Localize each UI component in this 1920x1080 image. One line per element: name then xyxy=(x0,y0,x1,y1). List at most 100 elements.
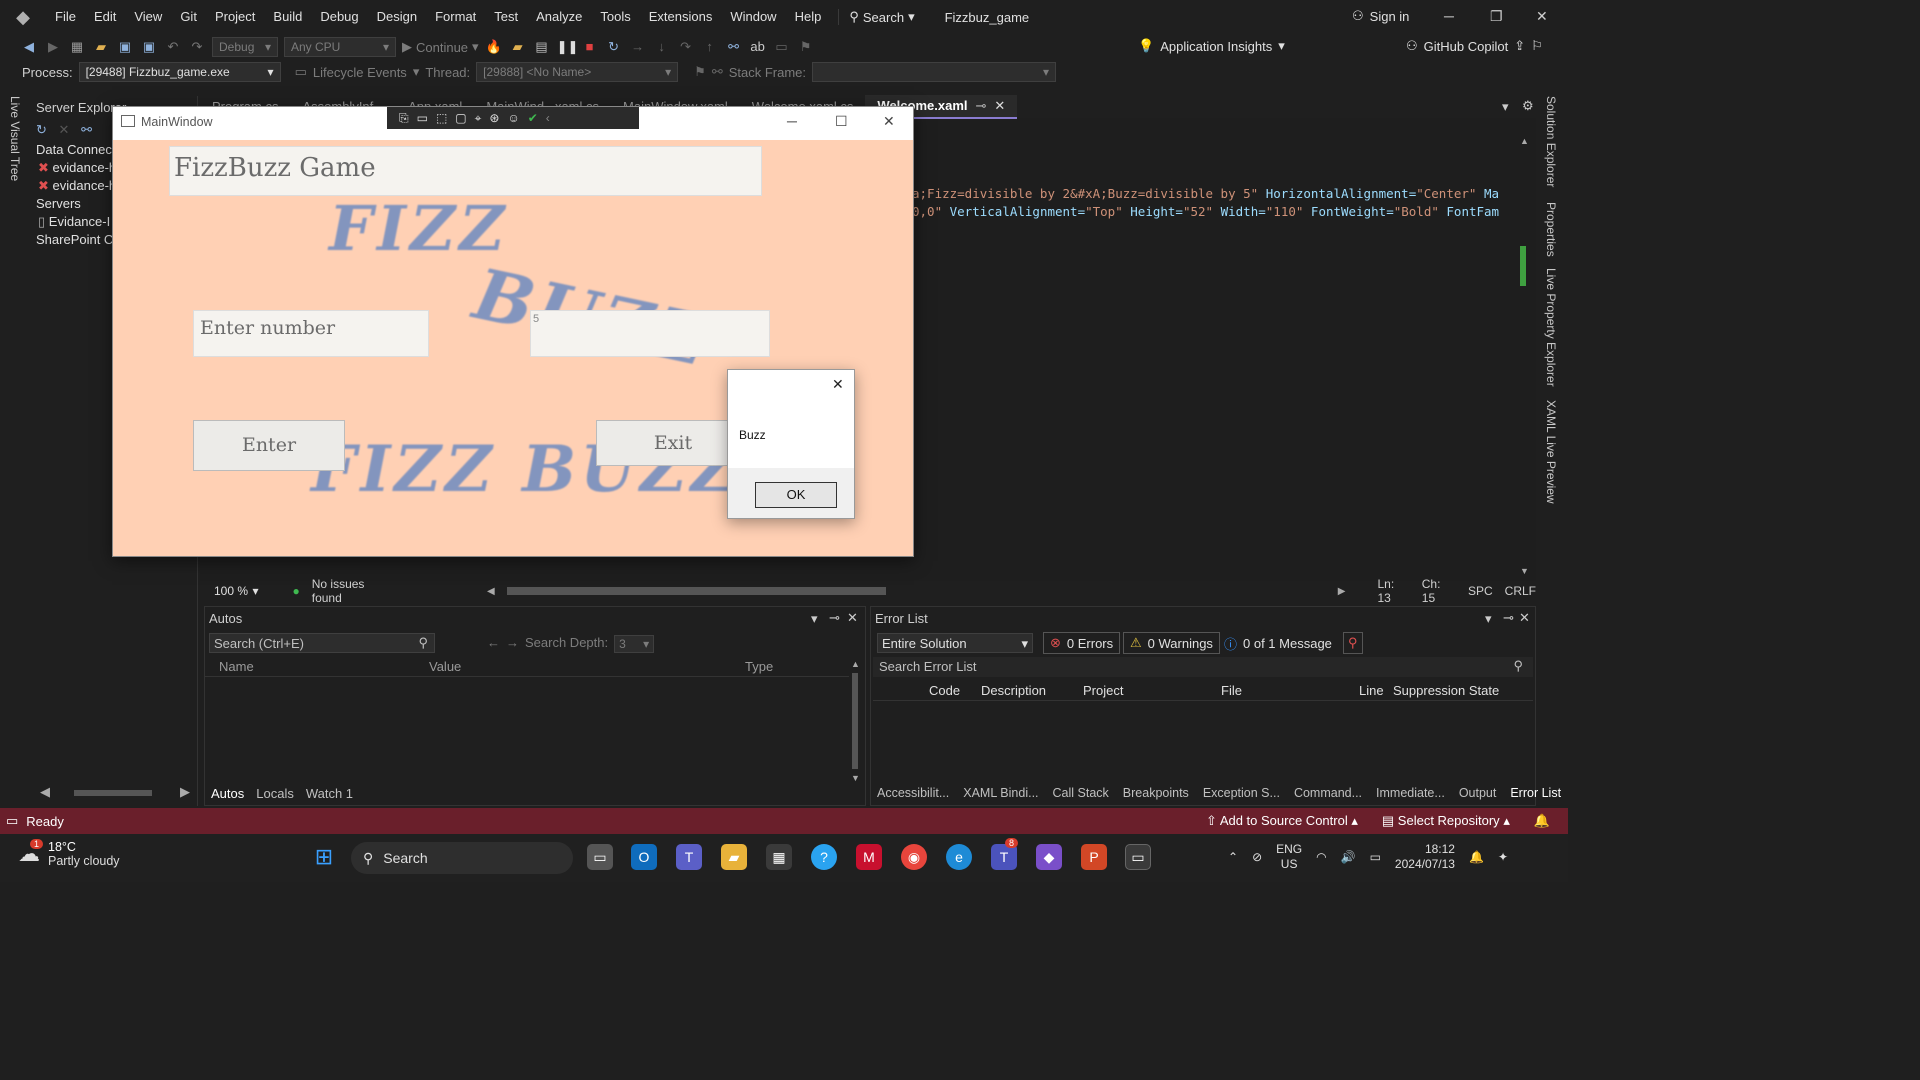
comment-icon[interactable]: ▭ xyxy=(773,38,791,56)
process-dropdown[interactable]: [29488] Fizzbuz_game.exe ▾ xyxy=(78,62,281,82)
undo-icon[interactable]: ↶ xyxy=(164,38,182,56)
filter-icon[interactable]: ⚯ xyxy=(712,64,723,80)
column-header-value[interactable]: Value xyxy=(429,659,461,674)
close-icon[interactable]: ✕ xyxy=(847,610,858,626)
battery-icon[interactable]: ▭ xyxy=(1370,850,1381,864)
record-icon[interactable]: ▭ xyxy=(417,111,428,125)
error-list-search-input[interactable]: Search Error List ⚲ xyxy=(873,657,1533,677)
close-button[interactable]: ✕ xyxy=(1536,8,1548,25)
menu-extensions[interactable]: Extensions xyxy=(640,0,722,34)
tab-overflow-icon[interactable]: ▾ xyxy=(1502,99,1509,115)
teams-new-icon[interactable]: T 8 xyxy=(991,838,1019,870)
live-property-explorer-tab[interactable]: Live Property Explorer xyxy=(1544,268,1558,387)
configuration-dropdown[interactable]: Debug ▾ xyxy=(212,37,278,57)
tab-xaml-binding[interactable]: XAML Bindi... xyxy=(963,786,1038,800)
menu-format[interactable]: Format xyxy=(426,0,485,34)
flag-icon[interactable]: ⚑ xyxy=(694,64,706,80)
show-next-statement-icon[interactable]: → xyxy=(629,38,647,56)
code-line[interactable]: 0,0" VerticalAlignment="Top" Height="52"… xyxy=(912,204,1512,219)
add-to-source-control-button[interactable]: ⇧ Add to Source Control ▴ xyxy=(1206,813,1358,829)
pin-icon[interactable]: ⊸ xyxy=(829,610,840,626)
lifecycle-events-button[interactable]: Lifecycle Events xyxy=(313,65,407,80)
tab-exception-settings[interactable]: Exception S... xyxy=(1203,786,1280,800)
help-icon[interactable]: ? xyxy=(811,844,837,870)
share-icon[interactable]: ⇪ xyxy=(1514,38,1525,54)
hot-reload-check-icon[interactable]: ✔ xyxy=(528,111,538,125)
menu-project[interactable]: Project xyxy=(206,0,264,34)
powerpoint-icon[interactable]: P xyxy=(1081,844,1107,870)
wifi-icon[interactable]: ◠ xyxy=(1316,850,1326,864)
weather-widget[interactable]: ☁ 1 18°C Partly cloudy xyxy=(18,839,120,868)
chevron-up-icon[interactable]: ⌃ xyxy=(1228,850,1238,864)
horizontal-scrollbar[interactable]: ◀ ▶ xyxy=(40,784,190,799)
chrome-icon[interactable]: ◉ xyxy=(901,844,927,870)
edge-icon[interactable]: e xyxy=(946,844,972,870)
solution-explorer-tab[interactable]: Solution Explorer xyxy=(1544,96,1558,187)
menu-file[interactable]: File xyxy=(46,0,85,34)
tab-command-window[interactable]: Command... xyxy=(1294,786,1362,800)
spellcheck-icon[interactable]: ab xyxy=(749,38,767,56)
scrollbar-thumb[interactable] xyxy=(852,673,858,769)
accessibility-icon[interactable]: ☺ xyxy=(507,111,519,125)
column-header-line[interactable]: Line xyxy=(1359,683,1384,698)
column-header-suppression-state[interactable]: Suppression State xyxy=(1393,683,1499,698)
restart-icon[interactable]: ↻ xyxy=(605,38,623,56)
diagnostics-icon[interactable]: ⚯ xyxy=(725,38,743,56)
menu-build[interactable]: Build xyxy=(264,0,311,34)
minimize-button[interactable]: ─ xyxy=(1444,8,1454,24)
messages-filter-button[interactable]: ⓘ 0 of 1 Message xyxy=(1217,632,1339,654)
network-off-icon[interactable]: ⊘ xyxy=(1252,850,1262,864)
save-icon[interactable]: ▣ xyxy=(116,38,134,56)
tab-accessibility[interactable]: Accessibilit... xyxy=(877,786,949,800)
close-icon[interactable]: ✕ xyxy=(1519,610,1530,626)
menu-git[interactable]: Git xyxy=(171,0,206,34)
redo-icon[interactable]: ↷ xyxy=(188,38,206,56)
close-icon[interactable]: ✕ xyxy=(832,376,844,393)
binding-failures-icon[interactable]: ⊛ xyxy=(489,111,499,125)
search-depth-dropdown[interactable]: 3 ▾ xyxy=(614,635,655,653)
errors-filter-button[interactable]: ⊗ 0 Errors xyxy=(1043,632,1121,654)
display-adorners-icon[interactable]: ▢ xyxy=(455,111,466,125)
tab-breakpoints[interactable]: Breakpoints xyxy=(1123,786,1189,800)
tab-error-list[interactable]: Error List xyxy=(1510,786,1561,800)
scroll-down-icon[interactable]: ▼ xyxy=(1520,566,1529,576)
cancel-icon[interactable]: ✕ xyxy=(59,122,70,137)
number-input[interactable]: 5 xyxy=(530,310,770,357)
horizontal-scrollbar-thumb[interactable] xyxy=(506,587,886,595)
tab-autos[interactable]: Autos xyxy=(211,786,244,801)
copilot-icon[interactable]: ✦ xyxy=(1498,850,1508,864)
issues-status[interactable]: No issues found xyxy=(312,577,395,605)
menu-view[interactable]: View xyxy=(125,0,171,34)
column-header-code[interactable]: Code xyxy=(929,683,960,698)
hot-reload-icon[interactable]: 🔥 xyxy=(485,38,503,56)
continue-button[interactable]: ▶ Continue ▾ xyxy=(402,39,479,55)
thread-dropdown[interactable]: [29888] <No Name> ▾ xyxy=(476,62,679,82)
scrollbar-thumb[interactable] xyxy=(1520,246,1526,286)
volume-icon[interactable]: 🔊 xyxy=(1341,850,1356,864)
tab-output[interactable]: Output xyxy=(1459,786,1497,800)
scroll-right-icon[interactable]: ▶ xyxy=(180,784,190,800)
scroll-right-icon[interactable]: ▶ xyxy=(1338,586,1346,597)
app-window-icon[interactable]: ▭ xyxy=(1125,844,1151,870)
file-explorer-icon[interactable]: ▰ xyxy=(721,844,747,870)
menu-help[interactable]: Help xyxy=(786,0,831,34)
clock[interactable]: 18:12 2024/07/13 xyxy=(1395,842,1455,872)
select-element-icon[interactable]: ⎘ xyxy=(399,111,409,126)
stop-icon[interactable]: ■ xyxy=(581,38,599,56)
mcafee-icon[interactable]: M xyxy=(856,844,882,870)
warnings-filter-button[interactable]: ⚠ 0 Warnings xyxy=(1123,632,1220,654)
stack-frame-dropdown[interactable]: ▾ xyxy=(812,62,1057,82)
step-into-icon[interactable]: ↓ xyxy=(653,38,671,56)
line-ending[interactable]: CRLF xyxy=(1505,584,1536,598)
task-view-icon[interactable]: ▭ xyxy=(587,844,613,870)
back-icon[interactable]: ← xyxy=(487,635,500,653)
pin-icon[interactable]: ⊸ xyxy=(976,95,987,117)
column-header-description[interactable]: Description xyxy=(981,683,1046,698)
outlook-icon[interactable]: O xyxy=(631,844,657,870)
save-all-icon[interactable]: ▣ xyxy=(140,38,158,56)
error-scope-dropdown[interactable]: Entire Solution ▾ xyxy=(877,633,1033,653)
menu-test[interactable]: Test xyxy=(485,0,527,34)
scroll-left-icon[interactable]: ◀ xyxy=(487,586,495,597)
vertical-scrollbar[interactable]: ▲ ▼ xyxy=(849,659,861,783)
bell-icon[interactable]: 🔔 xyxy=(1469,850,1484,864)
